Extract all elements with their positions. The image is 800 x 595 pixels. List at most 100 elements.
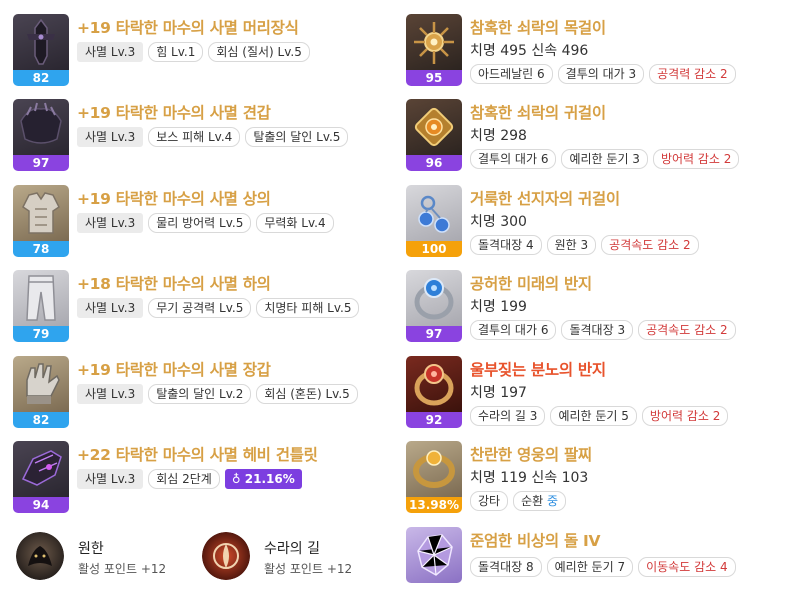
item-tags: 돌격대장 4 원한 3 공격속도 감소 2 — [470, 235, 699, 255]
item-tags: 수라의 길 3 예리한 둔기 5 방어력 감소 2 — [470, 406, 729, 426]
item-stats: 치명 495 신속 496 — [470, 43, 589, 59]
accessory-item-ring-2[interactable]: 92 울부짖는 분노의 반지 치명 197 수라의 길 3 예리한 둔기 5 방… — [406, 356, 796, 428]
quality-badge: 79 — [13, 326, 69, 342]
engraving-tag: 결투의 대가 6 — [470, 149, 557, 169]
engraving-item[interactable]: 원한 활성 포인트 +12 — [16, 528, 196, 584]
item-name: +19 타락한 마수의 사멸 상의 — [77, 190, 271, 208]
quality-badge: 97 — [13, 155, 69, 171]
quality-badge: 100 — [406, 241, 462, 257]
bracelet-effect-tag: 강타 — [470, 491, 509, 511]
item-name: +22 타락한 마수의 사멸 헤비 건틀릿 — [77, 446, 318, 464]
item-stats: 치명 300 — [470, 214, 527, 230]
penalty-tag: 공격속도 감소 2 — [638, 320, 736, 340]
engraving-name: 수라의 길 — [264, 541, 320, 557]
accessory-item-ring-1[interactable]: 97 공허한 미래의 반지 치명 199 결투의 대가 6 돌격대장 3 공격속… — [406, 270, 796, 342]
item-icon-ring: 92 — [406, 356, 462, 428]
ability-tag: 회심 (질서) Lv.5 — [208, 42, 310, 62]
item-icon-shoulder: 97 — [13, 99, 69, 171]
set-tag: 사멸 Lv.3 — [77, 127, 144, 147]
engraving-tag: 돌격대장 8 — [470, 557, 542, 577]
quality-badge: 92 — [406, 412, 462, 428]
accessory-item-earring-1[interactable]: 96 참혹한 쇠락의 귀걸이 치명 298 결투의 대가 6 예리한 둔기 3 … — [406, 99, 796, 171]
engraving-icon-grudge — [16, 532, 64, 580]
item-tags: 사멸 Lv.3 보스 피해 Lv.4 탈출의 달인 Lv.5 — [77, 127, 349, 147]
item-stats: 치명 119 신속 103 — [470, 470, 589, 486]
item-icon-pants: 79 — [13, 270, 69, 342]
engraving-tag: 예리한 둔기 5 — [550, 406, 637, 426]
equipment-item-gloves[interactable]: 82 +19 타락한 마수의 사멸 장갑 사멸 Lv.3 탈출의 달인 Lv.2… — [13, 356, 358, 428]
item-tags: 사멸 Lv.3 힘 Lv.1 회심 (질서) Lv.5 — [77, 42, 310, 62]
item-stats: 치명 298 — [470, 128, 527, 144]
transcend-value: 21.16% — [244, 472, 295, 486]
bracelet-effect-label: 순환 — [521, 494, 547, 508]
accessory-item-earring-2[interactable]: 100 거룩한 선지자의 귀걸이 치명 300 돌격대장 4 원한 3 공격속도… — [406, 185, 796, 257]
item-icon-gloves: 82 — [13, 356, 69, 428]
ability-tag: 힘 Lv.1 — [148, 42, 204, 62]
equipment-item-chest[interactable]: 78 +19 타락한 마수의 사멸 상의 사멸 Lv.3 물리 방어력 Lv.5… — [13, 185, 343, 257]
item-tags: 결투의 대가 6 예리한 둔기 3 방어력 감소 2 — [470, 149, 740, 169]
ability-tag: 무기 공격력 Lv.5 — [148, 298, 252, 318]
item-stats: 치명 197 — [470, 385, 527, 401]
engraving-icon-shura — [202, 532, 250, 580]
set-tag: 사멸 Lv.3 — [77, 42, 144, 62]
engraving-tag: 돌격대장 4 — [470, 235, 542, 255]
accessory-item-bracelet[interactable]: 13.98% 찬란한 영웅의 팔찌 치명 119 신속 103 강타 순환 중 — [406, 441, 796, 513]
engraving-name: 원한 — [78, 541, 104, 557]
item-icon-ring: 97 — [406, 270, 462, 342]
ability-tag: 탈출의 달인 Lv.2 — [148, 384, 252, 404]
quality-badge: 13.98% — [406, 497, 462, 513]
set-tag: 사멸 Lv.3 — [77, 298, 144, 318]
penalty-tag: 이동속도 감소 4 — [638, 557, 736, 577]
quality-badge: 82 — [13, 70, 69, 86]
accessory-item-ability-stone[interactable]: 준엄한 비상의 돌 IV 돌격대장 8 예리한 둔기 7 이동속도 감소 4 — [406, 527, 796, 595]
item-tags: 사멸 Lv.3 회심 2단계 ♁ 21.16% — [77, 469, 302, 489]
quality-badge: 94 — [13, 497, 69, 513]
penalty-tag: 공격력 감소 2 — [649, 64, 736, 84]
item-name: +18 타락한 마수의 사멸 하의 — [77, 275, 271, 293]
quality-badge: 97 — [406, 326, 462, 342]
quality-badge: 78 — [13, 241, 69, 257]
equipment-item-shoulder[interactable]: 97 +19 타락한 마수의 사멸 견갑 사멸 Lv.3 보스 피해 Lv.4 … — [13, 99, 349, 171]
flask-icon: ♁ — [231, 472, 245, 486]
item-icon-ability-stone — [406, 527, 462, 583]
item-tags: 사멸 Lv.3 탈출의 달인 Lv.2 회심 (혼돈) Lv.5 — [77, 384, 358, 404]
item-tags: 아드레날린 6 결투의 대가 3 공격력 감소 2 — [470, 64, 736, 84]
item-icon-chest: 78 — [13, 185, 69, 257]
quality-badge: 82 — [13, 412, 69, 428]
item-icon-necklace: 95 — [406, 14, 462, 86]
ability-tag: 치명타 피해 Lv.5 — [256, 298, 360, 318]
engraving-tag: 예리한 둔기 7 — [546, 557, 634, 577]
item-name: 찬란한 영웅의 팔찌 — [470, 446, 592, 464]
equipment-item-head[interactable]: 82 +19 타락한 마수의 사멸 머리장식 사멸 Lv.3 힘 Lv.1 회심… — [13, 14, 343, 86]
item-name: 준엄한 비상의 돌 IV — [470, 532, 601, 550]
penalty-tag: 방어력 감소 2 — [641, 406, 729, 426]
ability-tag: 회심 2단계 — [148, 469, 220, 489]
item-tags: 결투의 대가 6 돌격대장 3 공격속도 감소 2 — [470, 320, 736, 340]
set-tag: 사멸 Lv.3 — [77, 384, 144, 404]
bracelet-effect-tag: 순환 중 — [513, 491, 567, 511]
engraving-item[interactable]: 수라의 길 활성 포인트 +12 — [202, 528, 382, 584]
engraving-tag: 원한 3 — [546, 235, 597, 255]
equipment-item-weapon[interactable]: 94 +22 타락한 마수의 사멸 헤비 건틀릿 사멸 Lv.3 회심 2단계 … — [13, 441, 343, 513]
quality-badge: 96 — [406, 155, 462, 171]
quality-badge: 95 — [406, 70, 462, 86]
engraving-tag: 돌격대장 3 — [561, 320, 634, 340]
item-icon-weapon: 94 — [13, 441, 69, 513]
item-name: 거룩한 선지자의 귀걸이 — [470, 190, 620, 208]
item-name: 참혹한 쇠락의 목걸이 — [470, 19, 606, 37]
engraving-points: 활성 포인트 +12 — [264, 562, 353, 576]
set-tag: 사멸 Lv.3 — [77, 213, 144, 233]
set-tag: 사멸 Lv.3 — [77, 469, 144, 489]
equipment-item-pants[interactable]: 79 +18 타락한 마수의 사멸 하의 사멸 Lv.3 무기 공격력 Lv.5… — [13, 270, 360, 342]
item-tags: 사멸 Lv.3 무기 공격력 Lv.5 치명타 피해 Lv.5 — [77, 298, 360, 318]
engraving-tag: 수라의 길 3 — [470, 406, 546, 426]
item-stats: 치명 199 — [470, 299, 527, 315]
ability-tag: 회심 (혼돈) Lv.5 — [256, 384, 358, 404]
item-name: 울부짖는 분노의 반지 — [470, 361, 606, 379]
engraving-tag: 아드레날린 6 — [470, 64, 553, 84]
bracelet-effect-grade: 중 — [547, 494, 559, 508]
accessory-item-necklace[interactable]: 95 참혹한 쇠락의 목걸이 치명 495 신속 496 아드레날린 6 결투의… — [406, 14, 796, 86]
transcend-badge: ♁ 21.16% — [224, 469, 302, 489]
item-icon-earring: 100 — [406, 185, 462, 257]
penalty-tag: 방어력 감소 2 — [652, 149, 740, 169]
